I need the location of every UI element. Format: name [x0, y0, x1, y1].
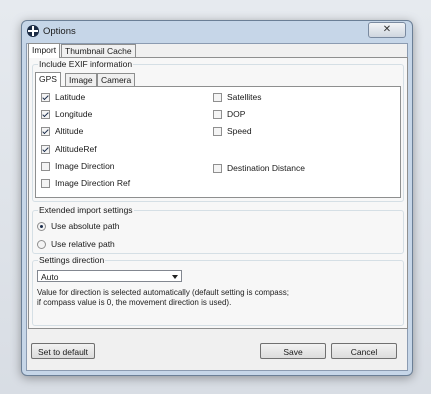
tab-gps[interactable]: GPS: [35, 72, 61, 87]
direction-select[interactable]: Auto: [37, 270, 182, 282]
image-direction-label: Image Direction: [55, 161, 115, 171]
image-direction-ref-checkbox[interactable]: Image Direction Ref: [41, 177, 130, 189]
set-to-default-button[interactable]: Set to default: [31, 343, 95, 359]
tab-image[interactable]: Image: [65, 73, 97, 87]
checkbox-unchecked-icon: [213, 126, 222, 136]
destination-distance-label: Destination Distance: [227, 163, 305, 173]
altitude-ref-label: AltitudeRef: [55, 144, 97, 154]
checkbox-unchecked-icon: [41, 161, 50, 171]
latitude-checkbox[interactable]: Latitude: [41, 91, 85, 103]
altitude-label: Altitude: [55, 126, 84, 136]
checkbox-unchecked-icon: [213, 92, 222, 102]
direction-note: Value for direction is selected automati…: [37, 288, 399, 308]
window-title: Options: [43, 26, 76, 37]
direction-note-line-1: Value for direction is selected automati…: [37, 288, 289, 297]
destination-distance-checkbox[interactable]: Destination Distance: [213, 162, 305, 174]
options-dialog: Options ✕ Import Thumbnail Cache Include…: [21, 20, 413, 376]
speed-label: Speed: [227, 126, 252, 136]
longitude-label: Longitude: [55, 109, 93, 119]
import-tab-panel: Include EXIF information GPS Image Camer…: [28, 57, 408, 329]
title-bar[interactable]: Options ✕: [22, 21, 412, 43]
satellites-checkbox[interactable]: Satellites: [213, 91, 262, 103]
dop-checkbox[interactable]: DOP: [213, 108, 245, 120]
cancel-button[interactable]: Cancel: [331, 343, 397, 359]
app-logo-icon: [27, 25, 39, 37]
radio-selected-icon: [37, 221, 46, 231]
relative-path-radio[interactable]: Use relative path: [37, 238, 115, 250]
checkbox-unchecked-icon: [213, 109, 222, 119]
checkbox-checked-icon: [41, 109, 50, 119]
checkbox-checked-icon: [41, 126, 50, 136]
dialog-client-area: Import Thumbnail Cache Include EXIF info…: [26, 43, 408, 371]
chevron-down-icon: [172, 275, 178, 279]
dop-label: DOP: [227, 109, 246, 119]
direction-select-value: Auto: [41, 272, 59, 282]
save-button[interactable]: Save: [260, 343, 326, 359]
direction-group-label: Settings direction: [38, 255, 106, 265]
altitude-ref-checkbox[interactable]: AltitudeRef: [41, 143, 97, 155]
checkbox-checked-icon: [41, 92, 50, 102]
absolute-path-label: Use absolute path: [51, 221, 120, 231]
tab-camera[interactable]: Camera: [97, 73, 136, 87]
altitude-checkbox[interactable]: Altitude: [41, 125, 83, 137]
exif-group-label: Include EXIF information: [38, 59, 134, 69]
latitude-label: Latitude: [55, 92, 86, 102]
image-direction-ref-label: Image Direction Ref: [55, 178, 131, 188]
radio-unselected-icon: [37, 239, 46, 249]
tab-import[interactable]: Import: [28, 43, 61, 58]
absolute-path-radio[interactable]: Use absolute path: [37, 220, 120, 232]
satellites-label: Satellites: [227, 92, 262, 102]
speed-checkbox[interactable]: Speed: [213, 125, 252, 137]
longitude-checkbox[interactable]: Longitude: [41, 108, 92, 120]
tab-thumbnail-cache[interactable]: Thumbnail Cache: [61, 44, 136, 58]
close-button[interactable]: ✕: [368, 22, 406, 38]
checkbox-unchecked-icon: [41, 178, 50, 188]
image-direction-checkbox[interactable]: Image Direction: [41, 160, 115, 172]
extended-group-label: Extended import settings: [38, 205, 134, 215]
gps-tab-panel: Latitude Longitude Altitude AltitudeRef …: [35, 86, 401, 198]
checkbox-unchecked-icon: [213, 163, 222, 173]
relative-path-label: Use relative path: [51, 239, 115, 249]
direction-note-line-2: if compass value is 0, the movement dire…: [37, 298, 232, 307]
checkbox-checked-icon: [41, 144, 50, 154]
